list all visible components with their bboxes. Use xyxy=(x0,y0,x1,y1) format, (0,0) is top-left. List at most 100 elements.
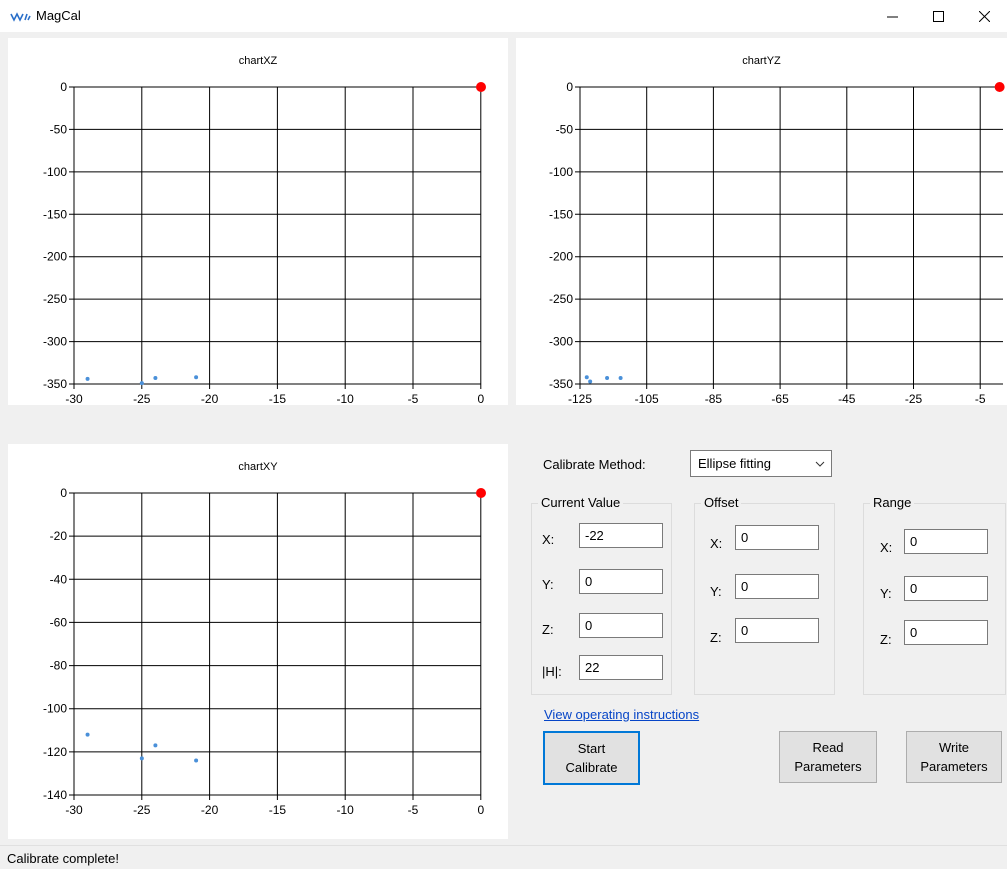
app-icon xyxy=(10,12,31,22)
current-x-label: X: xyxy=(542,532,555,547)
read-parameters-label-2: Parameters xyxy=(794,759,862,774)
xz-data-point xyxy=(85,376,90,381)
xy-xtick-label: -5 xyxy=(408,803,419,817)
current-z-field[interactable] xyxy=(579,613,663,638)
status-bar: Calibrate complete! xyxy=(0,845,1007,869)
start-calibrate-button[interactable]: Start Calibrate xyxy=(543,731,640,785)
xz-xtick-label: -5 xyxy=(408,392,419,405)
write-parameters-label-1: Write xyxy=(938,740,970,755)
xz-xtick-label: -30 xyxy=(65,392,83,405)
range-y-label: Y: xyxy=(880,586,892,601)
xy-current-point xyxy=(476,488,486,498)
yz-xtick-label: -85 xyxy=(705,392,723,405)
xz-xtick-label: -20 xyxy=(201,392,219,405)
write-parameters-button[interactable]: Write Parameters xyxy=(906,731,1002,783)
range-x-label: X: xyxy=(880,540,893,555)
write-parameters-label-2: Parameters xyxy=(920,759,988,774)
minimize-icon xyxy=(886,16,898,17)
xz-xtick-label: -25 xyxy=(133,392,151,405)
xy-data-point xyxy=(194,758,199,763)
xy-xtick-label: -25 xyxy=(133,803,151,817)
xy-xtick-label: -10 xyxy=(337,803,355,817)
xz-ytick-label: -200 xyxy=(43,250,67,264)
current-h-field[interactable] xyxy=(579,655,663,680)
start-calibrate-label-1: Start xyxy=(577,741,606,756)
xy-ytick-label: -100 xyxy=(43,702,67,716)
yz-data-point xyxy=(588,379,593,384)
yz-data-point xyxy=(584,375,589,380)
xy-ytick-label: -60 xyxy=(50,615,68,629)
offset-x-field[interactable] xyxy=(735,525,819,550)
yz-xtick-label: -125 xyxy=(568,392,592,405)
xy-ytick-label: -80 xyxy=(50,659,68,673)
range-y-field[interactable] xyxy=(904,576,988,601)
offset-y-field[interactable] xyxy=(735,574,819,599)
xz-xtick-label: -10 xyxy=(337,392,355,405)
yz-xtick-label: -25 xyxy=(905,392,923,405)
minimize-button[interactable] xyxy=(869,0,915,32)
xy-ytick-label: -40 xyxy=(50,572,68,586)
xy-ytick-label: -20 xyxy=(50,529,68,543)
chart-xz: -30 -25 -20 -15 -10 -5 00-50-100-150-200-250-3… xyxy=(43,80,486,405)
chart-xz-panel: chartXZ -30 -25 -20 -15 -10 -5 0 0 -50 -100 -150 -2… xyxy=(8,38,508,405)
yz-data-point xyxy=(618,376,623,381)
yz-ytick-label: -350 xyxy=(549,377,573,391)
chart-yz: -125 -105 -85 -65 -45 -25 -50-50-100-150-200-2… xyxy=(549,80,1005,405)
calibrate-method-select[interactable]: Ellipse fitting xyxy=(690,450,832,477)
range-z-label: Z: xyxy=(880,632,892,647)
current-x-field[interactable] xyxy=(579,523,663,548)
current-h-label: |H|: xyxy=(542,664,562,679)
offset-y-label: Y: xyxy=(710,584,722,599)
xz-ytick-label: -150 xyxy=(43,207,67,221)
start-calibrate-label-2: Calibrate xyxy=(565,760,618,775)
yz-ytick-label: -300 xyxy=(549,335,573,349)
xy-ytick-label: 0 xyxy=(60,486,67,500)
yz-ytick-label: -150 xyxy=(549,207,573,221)
xy-data-point xyxy=(139,756,144,761)
close-button[interactable] xyxy=(961,0,1007,32)
calibrate-method-value: Ellipse fitting xyxy=(698,456,771,471)
title-bar: MagCal xyxy=(0,0,1007,32)
xz-xtick-label: 0 xyxy=(477,392,484,405)
yz-ytick-label: -250 xyxy=(549,292,573,306)
chart-yz-panel: chartYZ -125 -105 -85 -65 -45 -25 -5 0 -50 -100 -1… xyxy=(516,38,1007,405)
offset-legend: Offset xyxy=(701,495,742,510)
window-title: MagCal xyxy=(36,8,81,23)
calibrate-method-label: Calibrate Method: xyxy=(543,457,646,472)
yz-xtick-label: -65 xyxy=(771,392,789,405)
yz-data-point xyxy=(605,376,610,381)
yz-xtick-label: -105 xyxy=(635,392,659,405)
current-value-legend: Current Value xyxy=(538,495,624,510)
xz-data-point xyxy=(194,375,199,380)
yz-xtick-label: -5 xyxy=(975,392,986,405)
xz-ytick-label: -250 xyxy=(43,292,67,306)
read-parameters-label-1: Read xyxy=(812,740,844,755)
current-y-label: Y: xyxy=(542,577,554,592)
xy-xtick-label: -20 xyxy=(201,803,219,817)
xy-data-point xyxy=(153,743,158,748)
range-z-field[interactable] xyxy=(904,620,988,645)
xz-ytick-label: 0 xyxy=(60,80,67,94)
yz-ytick-label: -50 xyxy=(556,122,574,136)
view-instructions-link[interactable]: View operating instructions xyxy=(544,707,699,722)
xz-current-point xyxy=(476,82,486,92)
xy-ytick-label: -120 xyxy=(43,745,67,759)
read-parameters-button[interactable]: Read Parameters xyxy=(779,731,877,783)
current-y-field[interactable] xyxy=(579,569,663,594)
offset-z-field[interactable] xyxy=(735,618,819,643)
xz-ytick-label: -50 xyxy=(50,122,68,136)
xy-data-point xyxy=(85,732,90,737)
range-legend: Range xyxy=(870,495,915,510)
maximize-button[interactable] xyxy=(915,0,961,32)
yz-xtick-label: -45 xyxy=(838,392,856,405)
current-z-label: Z: xyxy=(542,622,554,637)
xy-ytick-label: -140 xyxy=(43,788,67,802)
xz-xtick-label: -15 xyxy=(269,392,287,405)
yz-ytick-label: -100 xyxy=(549,165,573,179)
offset-z-label: Z: xyxy=(710,630,722,645)
offset-x-label: X: xyxy=(710,536,723,551)
xy-xtick-label: -15 xyxy=(269,803,287,817)
range-x-field[interactable] xyxy=(904,529,988,554)
yz-ytick-label: 0 xyxy=(566,80,573,94)
xy-xtick-label: 0 xyxy=(477,803,484,817)
